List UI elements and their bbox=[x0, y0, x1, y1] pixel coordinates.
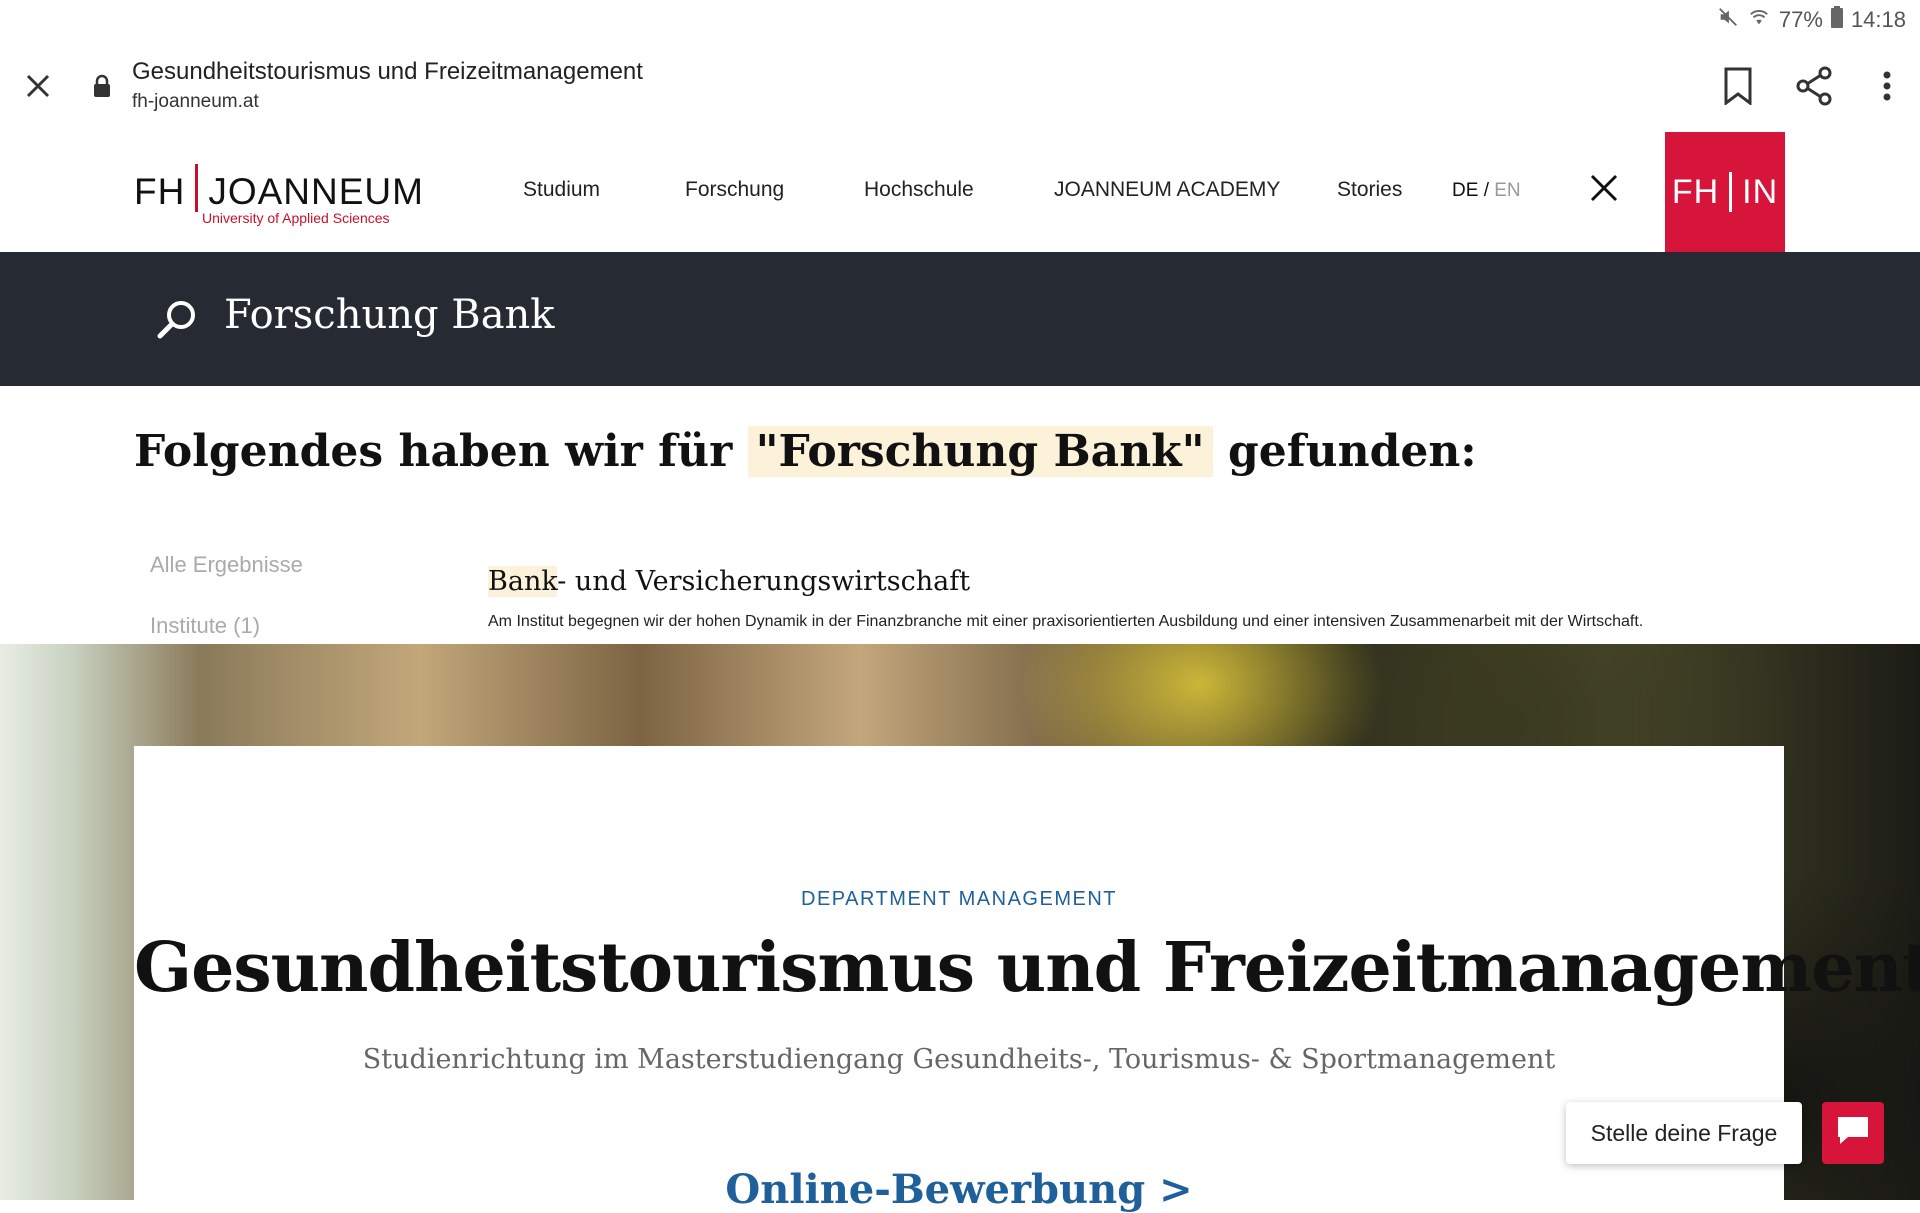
filter-institute[interactable]: Institute (1) bbox=[150, 613, 260, 639]
lock-icon bbox=[88, 70, 116, 102]
search-icon[interactable] bbox=[152, 294, 202, 344]
nav-item-joanneum-academy[interactable]: JOANNEUM ACADEMY bbox=[1054, 178, 1280, 202]
chat-icon bbox=[1836, 1115, 1870, 1152]
logo-divider bbox=[195, 164, 199, 212]
logo-right-text: JOANNEUM bbox=[208, 171, 424, 212]
url-text[interactable]: fh-joanneum.at bbox=[132, 91, 259, 113]
battery-icon bbox=[1830, 6, 1843, 34]
fhin-right: IN bbox=[1742, 172, 1779, 211]
nav-item-studium[interactable]: Studium bbox=[523, 178, 600, 202]
clock: 14:18 bbox=[1850, 7, 1906, 32]
chat-prompt[interactable]: Stelle deine Frage bbox=[1566, 1102, 1802, 1164]
close-icon[interactable] bbox=[18, 66, 58, 106]
result-title-rest: - und Versicherungswirtschaft bbox=[557, 566, 971, 597]
status-bar: 77% 14:18 bbox=[0, 0, 1920, 40]
result-title-highlight: Bank bbox=[488, 566, 558, 597]
filter-all-results[interactable]: Alle Ergebnisse bbox=[150, 552, 303, 578]
online-application-link[interactable]: Online-Bewerbung > bbox=[134, 1166, 1784, 1213]
page-title: Gesundheitstourismus und Freizeitmanagem… bbox=[132, 58, 643, 85]
lang-separator: / bbox=[1483, 180, 1489, 201]
chat-button[interactable] bbox=[1822, 1102, 1884, 1164]
nav-item-hochschule[interactable]: Hochschule bbox=[864, 178, 974, 202]
nav-item-forschung[interactable]: Forschung bbox=[685, 178, 784, 202]
fh-joanneum-logo[interactable]: FH JOANNEUM University of Applied Science… bbox=[134, 164, 424, 226]
results-heading: Folgendes haben wir für "Forschung Bank"… bbox=[134, 426, 1477, 477]
close-search-icon[interactable] bbox=[1586, 170, 1622, 206]
site-header: FH JOANNEUM University of Applied Science… bbox=[0, 132, 1920, 252]
bookmark-icon[interactable] bbox=[1714, 62, 1762, 110]
hero-subtitle: Studienrichtung im Masterstudiengang Ges… bbox=[362, 1044, 1556, 1075]
browser-toolbar: Gesundheitstourismus und Freizeitmanagem… bbox=[0, 40, 1920, 134]
fhin-left: FH bbox=[1671, 172, 1720, 211]
mute-icon bbox=[1717, 6, 1739, 34]
more-vert-icon[interactable] bbox=[1872, 62, 1902, 110]
language-switch: DE / EN bbox=[1452, 180, 1521, 202]
search-input[interactable]: Forschung Bank bbox=[224, 292, 555, 338]
search-band: Forschung Bank bbox=[0, 252, 1920, 386]
battery-percent: 77% bbox=[1778, 7, 1823, 32]
wifi-icon bbox=[1747, 6, 1771, 34]
department-kicker[interactable]: DEPARTMENT MANAGEMENT bbox=[134, 888, 1784, 911]
fh-in-button[interactable]: FH IN bbox=[1665, 132, 1785, 252]
fhin-divider bbox=[1729, 172, 1733, 212]
hero-title: Gesundheitstourismus und Freizeitmanagem… bbox=[134, 928, 1920, 1008]
hero-card: DEPARTMENT MANAGEMENT Gesundheitstourism… bbox=[134, 746, 1920, 1213]
heading-suffix: gefunden: bbox=[1227, 426, 1477, 477]
heading-prefix: Folgendes haben wir für bbox=[134, 426, 733, 477]
heading-query: "Forschung Bank" bbox=[747, 426, 1213, 477]
nav-item-stories[interactable]: Stories bbox=[1337, 178, 1402, 202]
logo-left-text: FH bbox=[134, 171, 186, 212]
lang-de[interactable]: DE bbox=[1452, 180, 1478, 201]
logo-tagline: University of Applied Sciences bbox=[202, 210, 390, 226]
share-icon[interactable] bbox=[1790, 62, 1838, 110]
result-description: Am Institut begegnen wir der hohen Dynam… bbox=[488, 613, 1644, 630]
lang-en[interactable]: EN bbox=[1494, 180, 1520, 201]
result-title-link[interactable]: Bank- und Versicherungswirtschaft bbox=[488, 566, 970, 597]
